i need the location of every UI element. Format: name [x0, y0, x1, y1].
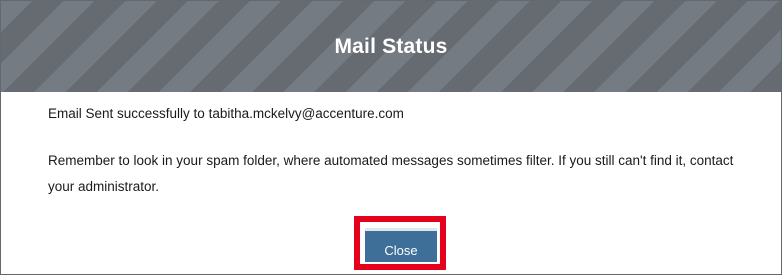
sent-confirmation-text: Email Sent successfully to tabitha.mckel… [48, 106, 404, 121]
dialog-body: Email Sent successfully to tabitha.mckel… [1, 92, 781, 274]
dialog-header: Mail Status [1, 1, 781, 92]
close-button[interactable]: Close [365, 228, 437, 262]
spam-folder-note: Remember to look in your spam folder, wh… [48, 153, 734, 194]
mail-status-dialog: Mail Status Email Sent successfully to t… [0, 0, 782, 275]
dialog-title: Mail Status [334, 34, 448, 58]
